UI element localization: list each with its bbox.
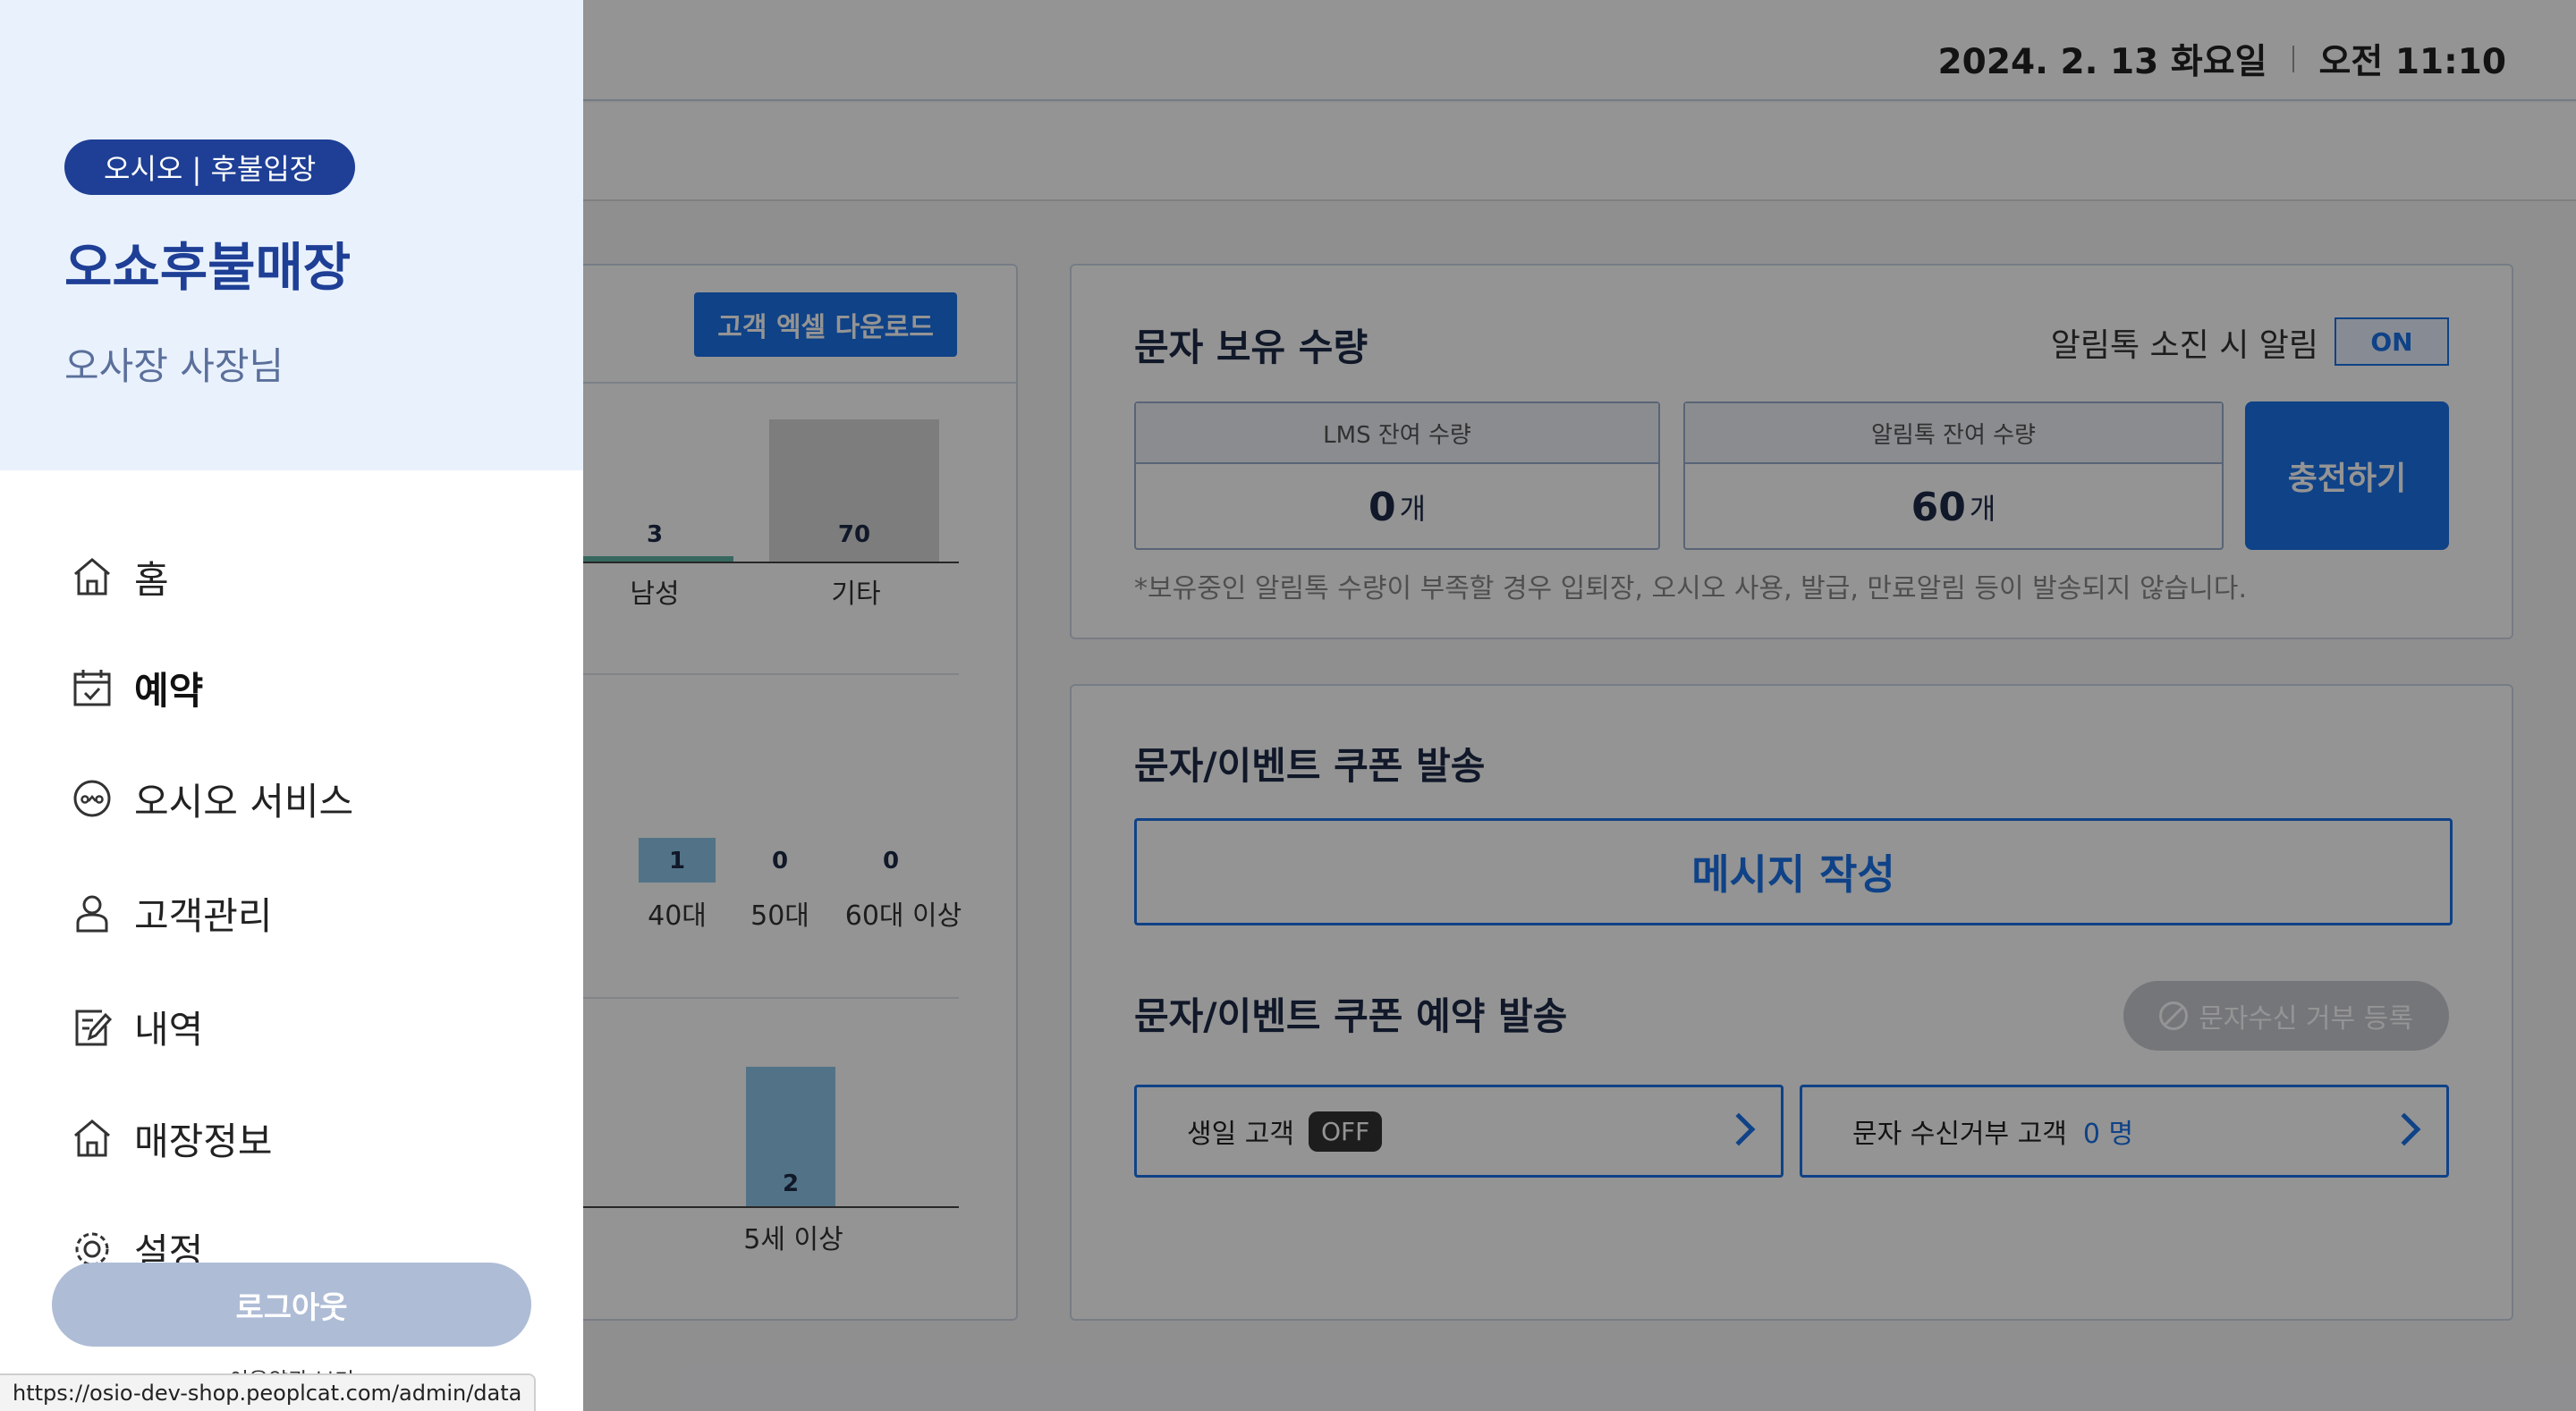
menu-item-label: 매장정보 [134, 1119, 273, 1163]
store-icon [74, 1120, 110, 1157]
menu-item-label: 내역 [134, 1007, 204, 1052]
menu-item-customer[interactable]: 고객관리 [70, 882, 273, 944]
user-icon [76, 895, 108, 933]
browser-status-url: https://osio-dev-shop.peoplcat.com/admin… [0, 1373, 537, 1411]
menu-item-label: 오시오 서비스 [134, 779, 354, 824]
calendar-icon [73, 670, 111, 706]
menu-item-label: 예약 [134, 668, 204, 713]
history-icon [75, 1010, 113, 1046]
store-type-badge: 오시오 | 후불입장 [64, 139, 356, 195]
menu-item-store-info[interactable]: 매장정보 [70, 1107, 273, 1170]
home-icon [74, 558, 110, 596]
owner-name: 오사장 사장님 [64, 344, 284, 388]
menu-item-home[interactable]: 홈 [70, 545, 169, 608]
menu-item-reservation[interactable]: 예약 [70, 656, 203, 719]
store-name: 오쇼후불매장 [64, 237, 352, 298]
menu-item-label: 고객관리 [134, 893, 273, 938]
logout-button[interactable]: 로그아웃 [52, 1263, 531, 1347]
menu-item-osio-service[interactable]: 오시오 서비스 [70, 767, 353, 830]
menu-item-history[interactable]: 내역 [70, 995, 203, 1058]
drawer-header: 오시오 | 후불입장 오쇼후불매장 오사장 사장님 [0, 0, 583, 470]
side-drawer: 오시오 | 후불입장 오쇼후불매장 오사장 사장님 홈 예약 오시오 서비스 고… [0, 0, 583, 1411]
osio-icon [73, 780, 111, 817]
menu-item-label: 홈 [134, 557, 169, 602]
